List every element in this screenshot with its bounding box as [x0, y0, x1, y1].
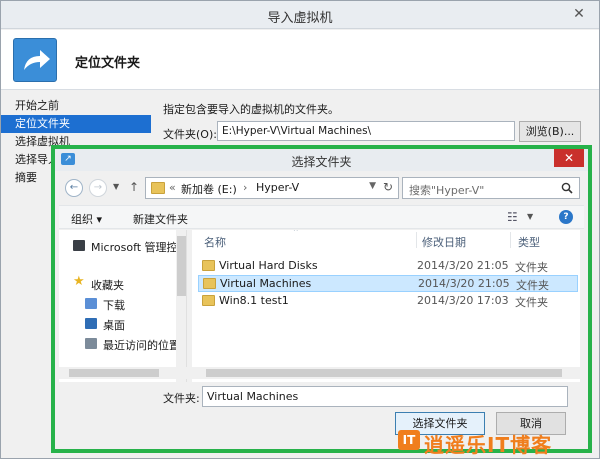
star-icon: ★: [73, 274, 85, 289]
column-header-type[interactable]: 类型: [518, 234, 540, 250]
nav-vertical-scrollbar[interactable]: [176, 230, 186, 382]
nav-item-label: 桌面: [103, 319, 125, 332]
wizard-close-button[interactable]: ✕: [565, 4, 593, 24]
watermark-text: 逍遥乐IT博客: [424, 433, 553, 457]
forward-arrow-icon[interactable]: →: [89, 179, 107, 197]
wizard-arrow-icon: [13, 38, 57, 82]
file-name: Virtual Hard Disks: [219, 259, 318, 272]
file-list: 名称 ⌃ 修改日期 类型 Virtual Hard Disks 2014/3/2…: [192, 230, 580, 382]
breadcrumb-separator[interactable]: ›: [243, 181, 247, 194]
file-name: Virtual Machines: [220, 277, 312, 290]
wizard-page-title: 定位文件夹: [75, 56, 141, 71]
folder-field-label: 文件夹:: [163, 392, 200, 405]
column-divider[interactable]: [416, 232, 417, 248]
file-row[interactable]: Virtual Hard Disks 2014/3/20 21:05 文件夹: [198, 258, 578, 275]
folder-icon: [202, 260, 215, 271]
step-locate-folder[interactable]: 定位文件夹: [1, 115, 151, 133]
breadcrumb-hyperv[interactable]: Hyper-V: [256, 181, 299, 194]
search-input[interactable]: 搜索"Hyper-V": [402, 177, 580, 199]
refresh-icon[interactable]: ↻: [383, 180, 393, 194]
file-date: 2014/3/20 21:05: [418, 277, 510, 290]
wizard-title: 导入虚拟机: [267, 11, 333, 26]
column-header-name[interactable]: 名称: [204, 234, 226, 250]
nav-item-label: 最近访问的位置: [103, 339, 180, 352]
step-before-you-begin[interactable]: 开始之前: [1, 97, 151, 115]
address-bar[interactable]: « 新加卷 (E:) › Hyper-V ▼ ↻: [145, 177, 399, 199]
watermark-logo-icon: IT: [398, 430, 420, 450]
download-folder-icon: [85, 298, 97, 309]
folder-label: 文件夹(O):: [163, 128, 217, 141]
file-horizontal-scrollbar[interactable]: [192, 367, 580, 379]
desktop-icon: [85, 318, 97, 329]
new-folder-button[interactable]: 新建文件夹: [133, 211, 188, 227]
nav-horizontal-scrollbar[interactable]: [59, 367, 187, 379]
address-dropdown-icon[interactable]: ▼: [369, 181, 376, 191]
file-row[interactable]: Win8.1 test1 2014/3/20 17:03 文件夹: [198, 293, 578, 310]
nav-item-label: 下载: [103, 299, 125, 312]
column-header-date[interactable]: 修改日期: [422, 234, 466, 250]
back-arrow-icon[interactable]: ←: [65, 179, 83, 197]
browse-button[interactable]: 浏览(B)...: [519, 121, 581, 142]
nav-item-label: 收藏夹: [91, 279, 124, 292]
organize-menu[interactable]: 组织 ▾: [71, 211, 102, 227]
folder-icon: [151, 182, 165, 194]
dialog-close-button[interactable]: ✕: [554, 149, 584, 167]
address-overflow-chevron[interactable]: «: [169, 181, 176, 194]
folder-icon: [203, 278, 216, 289]
address-bar-row: ← → ▼ ↑ « 新加卷 (E:) › Hyper-V ▼ ↻ 搜索"Hype…: [55, 171, 588, 203]
file-row-selected[interactable]: Virtual Machines 2014/3/20 21:05 文件夹: [198, 275, 578, 292]
file-hscroll-thumb[interactable]: [206, 369, 562, 377]
recent-places-icon: [85, 338, 97, 349]
folder-path-input[interactable]: E:\Hyper-V\Virtual Machines\: [217, 121, 515, 141]
dialog-title: 选择文件夹: [291, 155, 352, 169]
nav-hscroll-thumb[interactable]: [69, 369, 159, 377]
file-type: 文件夹: [516, 279, 549, 292]
breadcrumb-drive[interactable]: 新加卷 (E:): [181, 181, 237, 197]
instruction-text: 指定包含要导入的虚拟机的文件夹。: [163, 103, 339, 116]
console-icon: [73, 240, 85, 251]
folder-name-input[interactable]: Virtual Machines: [202, 386, 568, 407]
search-placeholder: 搜索"Hyper-V": [409, 184, 485, 197]
wizard-titlebar: 导入虚拟机 ✕: [1, 1, 599, 29]
up-arrow-icon[interactable]: ↑: [129, 180, 139, 194]
nav-item-label: Microsoft 管理控制台: [91, 241, 186, 254]
file-date: 2014/3/20 17:03: [417, 294, 509, 307]
sort-arrow-icon: ⌃: [292, 230, 300, 238]
view-options-icon[interactable]: ☷: [507, 210, 518, 224]
file-type: 文件夹: [515, 261, 548, 274]
file-name: Win8.1 test1: [219, 294, 289, 307]
folder-icon: [202, 295, 215, 306]
recent-locations-dropdown-icon[interactable]: ▼: [113, 182, 119, 191]
help-icon[interactable]: ?: [559, 210, 573, 224]
file-type: 文件夹: [515, 296, 548, 309]
file-date: 2014/3/20 21:05: [417, 259, 509, 272]
navigation-pane: Microsoft 管理控制台 ★ 收藏夹 下载 桌面 最近访问的位置: [59, 230, 187, 382]
view-dropdown-icon[interactable]: ▼: [527, 212, 533, 221]
nav-scroll-thumb[interactable]: [177, 236, 186, 296]
wizard-header: 定位文件夹: [1, 30, 599, 90]
search-icon[interactable]: [561, 182, 573, 194]
watermark: IT 逍遥乐IT博客: [398, 428, 588, 457]
column-divider[interactable]: [510, 232, 511, 248]
select-folder-dialog: ↗ 选择文件夹 ✕ ← → ▼ ↑ « 新加卷 (E:) › Hyper-V ▼…: [55, 149, 588, 449]
dialog-titlebar: ↗ 选择文件夹 ✕: [55, 149, 588, 171]
command-toolbar: 组织 ▾ 新建文件夹 ☷ ▼ ?: [59, 205, 584, 229]
